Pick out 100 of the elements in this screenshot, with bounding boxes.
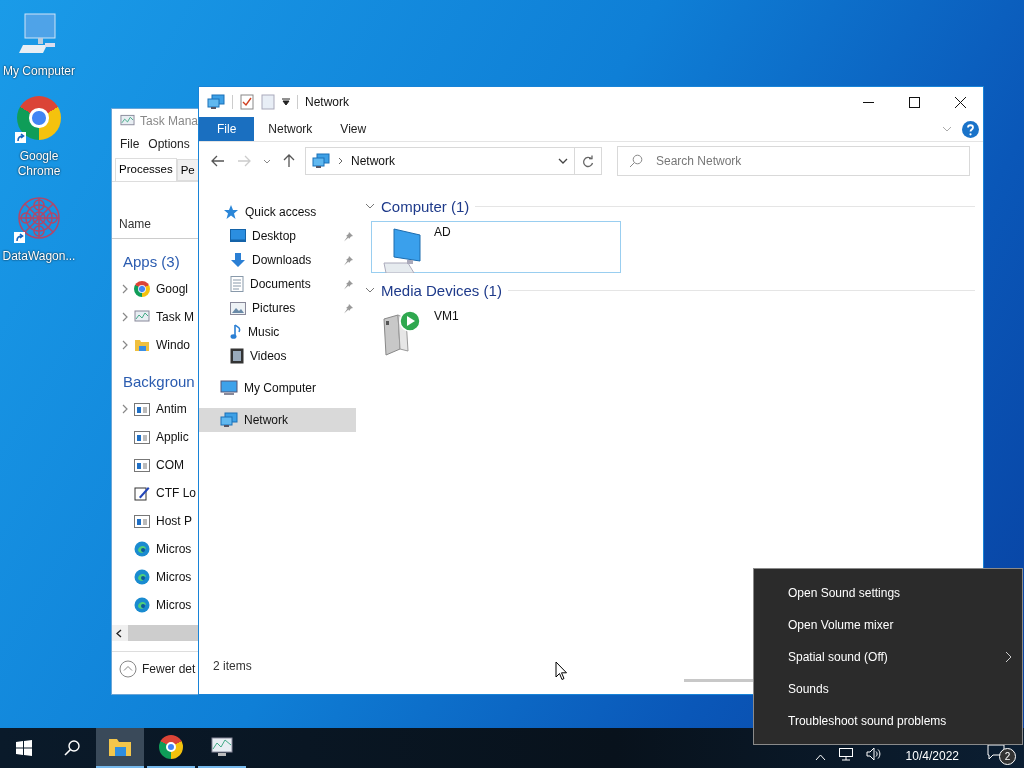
properties-check-icon[interactable] xyxy=(240,94,254,110)
pin-icon[interactable] xyxy=(343,302,354,314)
fewer-details-button[interactable]: Fewer det xyxy=(119,660,196,678)
window-title: Task Mana xyxy=(139,114,198,128)
pin-icon[interactable] xyxy=(343,254,354,266)
customize-dropdown-icon[interactable] xyxy=(282,98,290,106)
window-icon xyxy=(134,402,150,416)
maximize-icon xyxy=(908,96,920,108)
search-field[interactable]: Search Network xyxy=(617,146,970,176)
folder-icon xyxy=(108,737,132,757)
up-arrow-icon[interactable] xyxy=(283,154,295,168)
process-name: Applic xyxy=(156,430,189,444)
menu-item[interactable]: Troubleshoot sound problems xyxy=(754,705,1022,737)
process-name: Googl xyxy=(156,282,189,296)
menu-item[interactable]: Options xyxy=(148,137,190,153)
close-icon xyxy=(954,96,966,108)
media-device-tile[interactable]: VM1 xyxy=(371,305,621,357)
ribbon-tab[interactable]: Network xyxy=(254,117,327,141)
network-icon xyxy=(312,153,330,169)
folder-icon xyxy=(134,338,150,352)
clock-date[interactable]: 10/4/2022 xyxy=(905,749,959,763)
swirl-logo-icon xyxy=(134,569,150,585)
navigation-item[interactable]: Network xyxy=(199,408,356,432)
network-icon xyxy=(207,94,225,110)
window-icon xyxy=(134,514,150,528)
process-name: COM xyxy=(156,458,184,472)
help-icon[interactable] xyxy=(962,120,979,138)
recent-dropdown-icon[interactable] xyxy=(263,158,271,164)
monitor-chart-icon xyxy=(210,736,234,758)
menu-item[interactable]: Sounds xyxy=(754,673,1022,705)
network-icon xyxy=(220,412,238,428)
film-strip-icon xyxy=(230,348,244,364)
expand-chevron-icon[interactable] xyxy=(122,340,128,350)
tab[interactable]: Processes xyxy=(115,158,177,181)
computer-tile[interactable]: AD xyxy=(371,221,621,273)
star-icon xyxy=(223,204,239,220)
navigation-item[interactable]: Videos xyxy=(199,344,356,368)
group-heading[interactable]: Media Devices (1) xyxy=(381,281,502,299)
address-text[interactable]: Network xyxy=(351,154,395,168)
ribbon-tab[interactable]: View xyxy=(326,117,381,141)
browser-icon xyxy=(17,96,61,140)
scroll-left-icon[interactable] xyxy=(116,628,122,638)
process-name: Antim xyxy=(156,402,187,416)
notifications-icon[interactable] xyxy=(987,744,1005,760)
menu-item[interactable]: Spatial sound (Off) xyxy=(754,641,1022,673)
process-name: CTF Lo xyxy=(156,486,196,500)
monitor-chart-icon xyxy=(120,114,135,128)
collapse-chevron-icon[interactable] xyxy=(365,287,375,293)
horizontal-scrollbar[interactable] xyxy=(112,625,198,641)
menu-item[interactable]: Open Volume mixer xyxy=(754,609,1022,641)
menu-item[interactable]: Open Sound settings xyxy=(754,577,1022,609)
dropdown-chevron-icon[interactable] xyxy=(558,158,568,164)
speaker-icon[interactable] xyxy=(865,747,882,761)
pin-icon[interactable] xyxy=(343,230,354,242)
pin-icon[interactable] xyxy=(343,278,354,290)
refresh-icon xyxy=(582,154,594,168)
scrollbar-thumb[interactable] xyxy=(684,679,754,682)
process-name: Windo xyxy=(156,338,190,352)
breadcrumb-chevron-icon[interactable] xyxy=(338,157,343,165)
mouse-pointer-icon xyxy=(555,661,568,681)
group-heading[interactable]: Computer (1) xyxy=(381,197,470,215)
expand-chevron-icon[interactable] xyxy=(122,312,128,322)
back-arrow-icon[interactable] xyxy=(211,155,225,167)
refresh-button[interactable] xyxy=(575,147,602,175)
navigation-item[interactable]: Quick access xyxy=(199,200,356,224)
collapse-chevron-icon[interactable] xyxy=(365,203,375,209)
desktop-icon xyxy=(230,229,246,243)
column-header[interactable]: Name xyxy=(119,217,151,231)
process-name: Micros xyxy=(156,598,192,612)
search-icon xyxy=(629,154,643,168)
windows-logo-icon xyxy=(16,740,32,756)
navigation-item[interactable]: Downloads xyxy=(199,248,356,272)
group-heading: Apps (3) xyxy=(122,252,181,272)
notification-count: 2 xyxy=(999,748,1016,765)
menu-item[interactable]: File xyxy=(120,137,140,153)
swirl-logo-icon xyxy=(134,597,150,613)
address-bar[interactable]: Network xyxy=(305,147,575,175)
group-heading: Backgroun xyxy=(122,372,196,392)
window-icon xyxy=(134,458,150,472)
navigation-item[interactable]: Desktop xyxy=(199,224,356,248)
network-monitor-icon[interactable] xyxy=(837,747,854,761)
swirl-logo-icon xyxy=(134,541,150,557)
navigation-item[interactable]: Documents xyxy=(199,272,356,296)
ribbon-tab[interactable]: File xyxy=(199,117,255,141)
navigation-item[interactable]: My Computer xyxy=(199,376,356,400)
expand-chevron-icon[interactable] xyxy=(122,284,128,294)
process-name: Task M xyxy=(156,310,194,324)
navigation-item[interactable]: Pictures xyxy=(199,296,356,320)
tab[interactable]: Pe xyxy=(176,159,198,181)
show-hidden-icons-chevron-icon[interactable] xyxy=(814,754,826,761)
process-name: Micros xyxy=(156,570,192,584)
picture-frame-icon xyxy=(230,301,246,315)
music-note-icon xyxy=(230,324,242,340)
expand-chevron-icon[interactable] xyxy=(122,404,128,414)
notepad-pen-icon xyxy=(134,485,150,501)
search-icon xyxy=(64,740,80,756)
navigation-item[interactable]: Music xyxy=(199,320,356,344)
window-icon xyxy=(134,430,150,444)
monitor-icon xyxy=(220,380,238,396)
process-name: Micros xyxy=(156,542,192,556)
